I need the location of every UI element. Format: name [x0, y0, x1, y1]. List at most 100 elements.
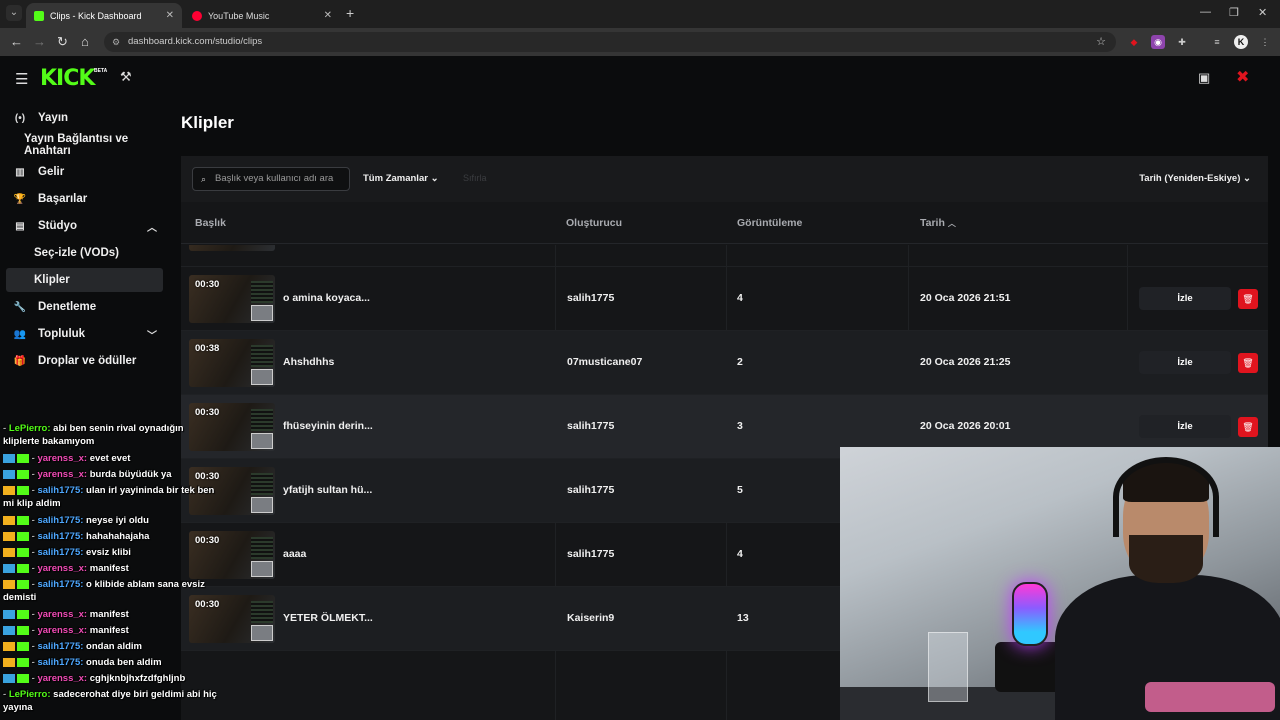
clip-creator[interactable]: salih1775 — [567, 420, 614, 432]
sidebar-item-community[interactable]: 👥 Topluluk ﹀ — [6, 322, 163, 346]
site-info-icon[interactable]: ⚙ — [112, 32, 120, 52]
extensions-puzzle-icon[interactable]: ✚ — [1175, 35, 1189, 49]
sidebar-item-drops[interactable]: 🎁 Droplar ve ödüller — [6, 349, 163, 373]
sidebar-item-moderation[interactable]: 🔧 Denetleme — [6, 295, 163, 319]
browser-menu-icon[interactable]: ⋮ — [1258, 35, 1272, 49]
media-control-icon[interactable]: ≡ — [1210, 35, 1224, 49]
delete-button[interactable]: 🗑 — [1238, 353, 1258, 373]
clip-thumbnail[interactable]: 00:38 — [189, 339, 275, 387]
top-bar: ☰ KICK BETA ⚒ ▣ ✖ — [0, 56, 1280, 100]
chat-message: - salih1775: ondan aldim — [3, 640, 218, 653]
filter-bar: ⌕ Başlık veya kullanıcı adı ara Tüm Zama… — [181, 156, 1268, 202]
hammer-icon[interactable]: ⚒ — [120, 69, 132, 85]
clip-title[interactable]: o amina koyaca... — [283, 292, 370, 304]
avatar[interactable]: ✖ — [1236, 67, 1249, 87]
sort-dropdown[interactable]: Tarih (Yeniden-Eskiye) ⌄ — [1139, 173, 1251, 184]
extension-icon[interactable]: ◉ — [1151, 35, 1165, 49]
page-title: Klipler — [181, 113, 234, 132]
sidebar-item-studio[interactable]: ▤ Stüdyo ︿ — [6, 214, 163, 238]
chat-message: - LePierro: sadecerohat diye biri geldim… — [3, 689, 217, 713]
search-icon: ⌕ — [201, 174, 207, 184]
minimize-icon[interactable]: — — [1200, 6, 1211, 18]
trash-icon: 🗑 — [1242, 294, 1254, 304]
clip-title[interactable]: fhüseyinin derin... — [283, 420, 373, 432]
reset-button[interactable]: Sıfırla — [463, 173, 487, 183]
clip-creator[interactable]: Kaiserin9 — [567, 612, 614, 624]
home-icon[interactable]: ⌂ — [81, 34, 89, 49]
kick-logo[interactable]: KICK — [40, 66, 95, 91]
extension-icon[interactable]: ◆ — [1127, 35, 1141, 49]
column-header-label: Tarih — [920, 217, 945, 229]
table-row[interactable]: 00:30 o amina koyaca... salih1775 4 20 O… — [181, 267, 1268, 331]
chat-username: salih1775: — [37, 641, 84, 652]
search-input[interactable]: ⌕ Başlık veya kullanıcı adı ara — [192, 167, 350, 191]
table-row[interactable]: 00:38 Ahshdhhs 07musticane07 2 20 Oca 20… — [181, 331, 1268, 395]
sidebar-item-label: Denetleme — [38, 301, 97, 313]
forward-icon[interactable]: → — [33, 34, 46, 49]
tab-close-icon[interactable]: ✕ — [324, 10, 332, 21]
rgb-lamp — [1012, 582, 1048, 646]
chat-badges — [3, 563, 29, 573]
clip-creator[interactable]: salih1775 — [567, 548, 614, 560]
browser-tab-youtube-music[interactable]: YouTube Music ✕ — [184, 3, 340, 28]
chevron-down-icon: ⌄ — [1243, 173, 1251, 184]
sidebar-item-revenue[interactable]: ▥ Gelir — [6, 160, 163, 184]
watch-button[interactable]: İzle — [1139, 287, 1231, 310]
url-field[interactable]: ⚙ dashboard.kick.com/studio/clips ☆ — [104, 32, 1116, 52]
community-icon: 👥 — [13, 328, 27, 340]
profile-avatar[interactable]: K — [1234, 35, 1248, 49]
sidebar-item-label: Klipler — [34, 274, 70, 286]
chat-message: - salih1775: onuda ben aldim — [3, 656, 218, 669]
clip-thumbnail[interactable] — [189, 245, 275, 251]
chat-text: manifest — [89, 563, 129, 574]
clip-creator[interactable]: salih1775 — [567, 292, 614, 304]
time-filter-dropdown[interactable]: Tüm Zamanlar ⌄ — [363, 173, 439, 184]
bookmark-star-icon[interactable]: ☆ — [1096, 32, 1106, 52]
sidebar-item-stream-key[interactable]: Yayın Bağlantısı ve Anahtarı — [6, 133, 163, 157]
sidebar-item-clips[interactable]: Klipler — [6, 268, 163, 292]
reload-icon[interactable]: ↻ — [57, 34, 68, 50]
watch-button[interactable]: İzle — [1139, 415, 1231, 438]
clip-title[interactable]: yfatijh sultan hü... — [283, 484, 372, 496]
clip-creator[interactable]: salih1775 — [567, 484, 614, 496]
column-header-title[interactable]: Başlık — [195, 217, 226, 229]
sidebar-item-vods[interactable]: Seç-izle (VODs) — [6, 241, 163, 265]
sidebar-item-label: Yayın Bağlantısı ve Anahtarı — [24, 133, 129, 157]
menu-icon[interactable]: ☰ — [15, 70, 28, 88]
broadcast-icon: (•) — [14, 112, 26, 124]
tab-search-button[interactable]: ⌄ — [6, 5, 22, 21]
table-row — [181, 245, 1268, 267]
browser-tab-kick[interactable]: Clips - Kick Dashboard ✕ — [26, 3, 182, 28]
beta-badge: BETA — [94, 68, 108, 74]
close-window-icon[interactable]: ✕ — [1258, 6, 1267, 19]
chat-text: burda büyüdük ya — [89, 469, 172, 480]
clip-title[interactable]: YETER ÖLMEKT... — [283, 612, 373, 624]
delete-button[interactable]: 🗑 — [1238, 289, 1258, 309]
stream-preview-icon[interactable]: ▣ — [1198, 70, 1210, 86]
clip-title[interactable]: aaaa — [283, 548, 306, 560]
watch-button[interactable]: İzle — [1139, 351, 1231, 374]
thumbnail-detail — [251, 345, 273, 367]
clip-date: 20 Oca 2026 21:51 — [920, 292, 1011, 304]
thumbnail-detail — [251, 281, 273, 303]
delete-button[interactable]: 🗑 — [1238, 417, 1258, 437]
chat-badges — [3, 641, 29, 651]
restore-icon[interactable]: ❐ — [1229, 6, 1239, 19]
chat-text: hahahahajaha — [86, 531, 150, 542]
column-header-creator[interactable]: Oluşturucu — [566, 217, 622, 229]
column-header-views[interactable]: Görüntüleme — [737, 217, 802, 229]
clip-creator[interactable]: 07musticane07 — [567, 356, 642, 368]
clip-thumbnail[interactable]: 00:30 — [189, 275, 275, 323]
wrench-icon: 🔧 — [13, 301, 27, 313]
thumbnail-detail — [251, 409, 273, 431]
address-bar: ← → ↻ ⌂ ⚙ dashboard.kick.com/studio/clip… — [0, 28, 1280, 56]
column-header-date[interactable]: Tarih ︿ — [920, 217, 956, 229]
sidebar-item-achievements[interactable]: 🏆 Başarılar — [6, 187, 163, 211]
sidebar-item-broadcast[interactable]: (•) Yayın — [6, 106, 163, 130]
chat-message: - yarenss_x: burda büyüdük ya — [3, 468, 218, 481]
clip-duration: 00:30 — [195, 407, 220, 418]
tab-close-icon[interactable]: ✕ — [166, 10, 174, 21]
clip-title[interactable]: Ahshdhhs — [283, 356, 334, 368]
new-tab-button[interactable]: + — [346, 5, 354, 21]
back-icon[interactable]: ← — [10, 34, 23, 49]
